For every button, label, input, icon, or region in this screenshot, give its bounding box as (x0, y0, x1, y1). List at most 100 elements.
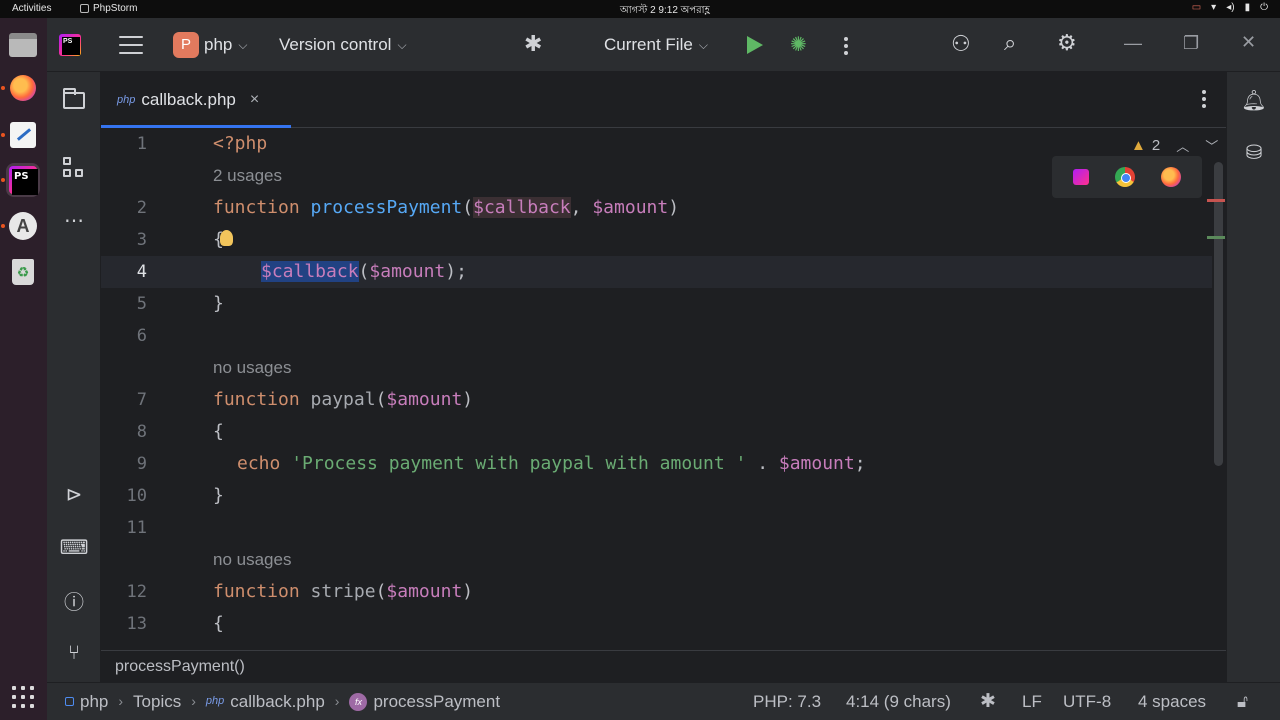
code-breadcrumb[interactable]: processPayment() (101, 650, 1226, 682)
chrome-icon[interactable] (1115, 167, 1135, 187)
bulb-icon[interactable] (219, 230, 233, 246)
code-text: <?php (213, 133, 268, 154)
debug-listen-button[interactable]: ✱ (524, 31, 542, 57)
system-tray[interactable]: ▭ ▾ ◂) ▮ ⏻ (1192, 2, 1268, 13)
usages-hint[interactable]: 2 usages (213, 160, 282, 192)
services-tool-button[interactable]: ⊳ (60, 480, 88, 508)
code-editor[interactable]: 1 <?php 2 usages 2 function processPayme… (101, 128, 1226, 650)
close-tab-icon[interactable]: × (250, 91, 259, 109)
usages-hint[interactable]: no usages (213, 544, 291, 576)
code-text: { (213, 421, 224, 442)
project-tool-button[interactable] (60, 86, 88, 114)
screen-record-icon[interactable]: ▭ (1192, 2, 1201, 13)
minimize-icon: — (1124, 33, 1142, 53)
usages-hint-line: no usages (101, 544, 1212, 576)
run-config-label: Current File (604, 35, 693, 54)
nav-module[interactable]: php (80, 683, 108, 720)
code-text: } (213, 485, 224, 506)
inspection-widget[interactable]: ▲ 2 ︿ ﹀ (1131, 136, 1218, 155)
database-icon: ⛁ (1245, 141, 1263, 164)
code-line: 9 echo 'Process payment with paypal with… (101, 448, 1212, 480)
line-number: 13 (126, 614, 147, 634)
dock-trash[interactable]: ♻ (6, 255, 40, 289)
ide-toolbar: P php ⌵ Version control ⌵ ✱ Current File… (47, 18, 1280, 72)
breadcrumb-function[interactable]: processPayment() (115, 658, 245, 675)
notifications-button[interactable]: 🔔︎ (1240, 86, 1268, 114)
line-separator[interactable]: LF (1022, 683, 1042, 720)
dock-text-editor[interactable] (6, 118, 40, 152)
error-stripe-marker[interactable] (1207, 199, 1225, 202)
code-text: } (213, 293, 224, 314)
settings-button[interactable]: ⚙ (1057, 30, 1077, 56)
database-tool-button[interactable]: ⛁ (1240, 138, 1268, 166)
keyword: echo (237, 453, 281, 474)
project-selector[interactable]: P php ⌵ (173, 32, 247, 58)
tab-options-button[interactable] (1202, 90, 1206, 108)
more-actions-button[interactable] (844, 37, 848, 55)
code-line: 7 function paypal($amount) (101, 384, 1212, 416)
terminal-tool-button[interactable]: ⌨ (60, 533, 89, 561)
nav-file[interactable]: callback.php (230, 683, 325, 720)
main-menu-button[interactable] (119, 36, 143, 54)
caret-position[interactable]: 4:14 (9 chars) (846, 683, 951, 720)
structure-icon (63, 157, 85, 179)
nav-folder[interactable]: Topics (133, 683, 181, 720)
run-button[interactable] (747, 36, 763, 54)
add-user-icon: ⚇ (951, 31, 971, 56)
activities-button[interactable]: Activities (12, 3, 51, 14)
left-tool-strip: ⋯ ⊳ ⌨ ⓘ ⑂ (47, 72, 101, 682)
services-icon: ⊳ (65, 483, 83, 506)
line-number: 8 (136, 422, 147, 442)
chevron-up-icon[interactable]: ︿ (1176, 136, 1189, 155)
search-button[interactable]: ⌕ (1004, 30, 1016, 56)
vcs-label: Version control (279, 35, 392, 54)
code-line: 5 } (101, 288, 1212, 320)
variable: $amount (778, 453, 855, 474)
debug-button[interactable]: ✺ (790, 32, 807, 57)
vertical-scrollbar[interactable] (1212, 162, 1224, 466)
text-editor-icon (10, 122, 36, 148)
chevron-right-icon: › (334, 693, 340, 709)
dock-files[interactable] (6, 28, 40, 62)
scrollbar-thumb[interactable] (1214, 162, 1223, 466)
php-file-icon: php (117, 94, 136, 106)
vcs-selector[interactable]: Version control ⌵ (279, 35, 407, 55)
dock-software[interactable]: A (6, 209, 40, 243)
more-tools-icon: ⋯ (64, 209, 84, 232)
lock-icon[interactable]: 🔓︎ (1237, 683, 1248, 720)
problems-tool-button[interactable]: ⓘ (60, 586, 88, 614)
firefox-icon[interactable] (1161, 167, 1181, 187)
chevron-down-icon[interactable]: ﹀ (1205, 136, 1218, 155)
file-encoding[interactable]: UTF-8 (1063, 683, 1111, 720)
php-file-icon: php (205, 695, 225, 707)
structure-tool-button[interactable] (60, 154, 88, 182)
restore-button[interactable]: ❐ (1183, 33, 1199, 54)
operator: . (746, 453, 779, 474)
code-with-me-button[interactable]: ⚇ (951, 31, 971, 57)
php-version[interactable]: PHP: 7.3 (753, 683, 821, 720)
usages-hint[interactable]: no usages (213, 352, 291, 384)
indent-setting[interactable]: 4 spaces (1138, 683, 1206, 720)
chevron-right-icon: › (191, 693, 196, 709)
dock-phpstorm[interactable] (6, 163, 40, 197)
close-button[interactable]: ✕ (1241, 32, 1256, 53)
phpstorm-browser-icon[interactable] (1073, 169, 1089, 185)
minimize-button[interactable]: — (1124, 33, 1142, 54)
warning-stripe-marker[interactable] (1207, 236, 1225, 239)
app-menu[interactable]: PhpStorm (80, 3, 137, 14)
nav-function[interactable]: processPayment (373, 683, 500, 720)
tab-callback-php[interactable]: php callback.php × (101, 72, 291, 129)
project-badge: P (173, 32, 199, 58)
debug-status-icon[interactable]: ✱ (980, 683, 996, 720)
right-tool-strip: 🔔︎ ⛁ (1226, 72, 1280, 682)
line-number: 7 (136, 390, 147, 410)
show-apps-icon[interactable] (12, 686, 34, 708)
code-line-current: 4 $callback($amount); (101, 256, 1212, 288)
nav-path: php › Topics › php callback.php › fx pro… (65, 683, 500, 720)
run-config-selector[interactable]: Current File ⌵ (604, 35, 708, 55)
project-name: php (204, 35, 233, 54)
running-indicator (1, 178, 5, 182)
dock-firefox[interactable] (6, 71, 40, 105)
git-tool-button[interactable]: ⑂ (60, 639, 88, 667)
more-tools-button[interactable]: ⋯ (60, 206, 88, 234)
